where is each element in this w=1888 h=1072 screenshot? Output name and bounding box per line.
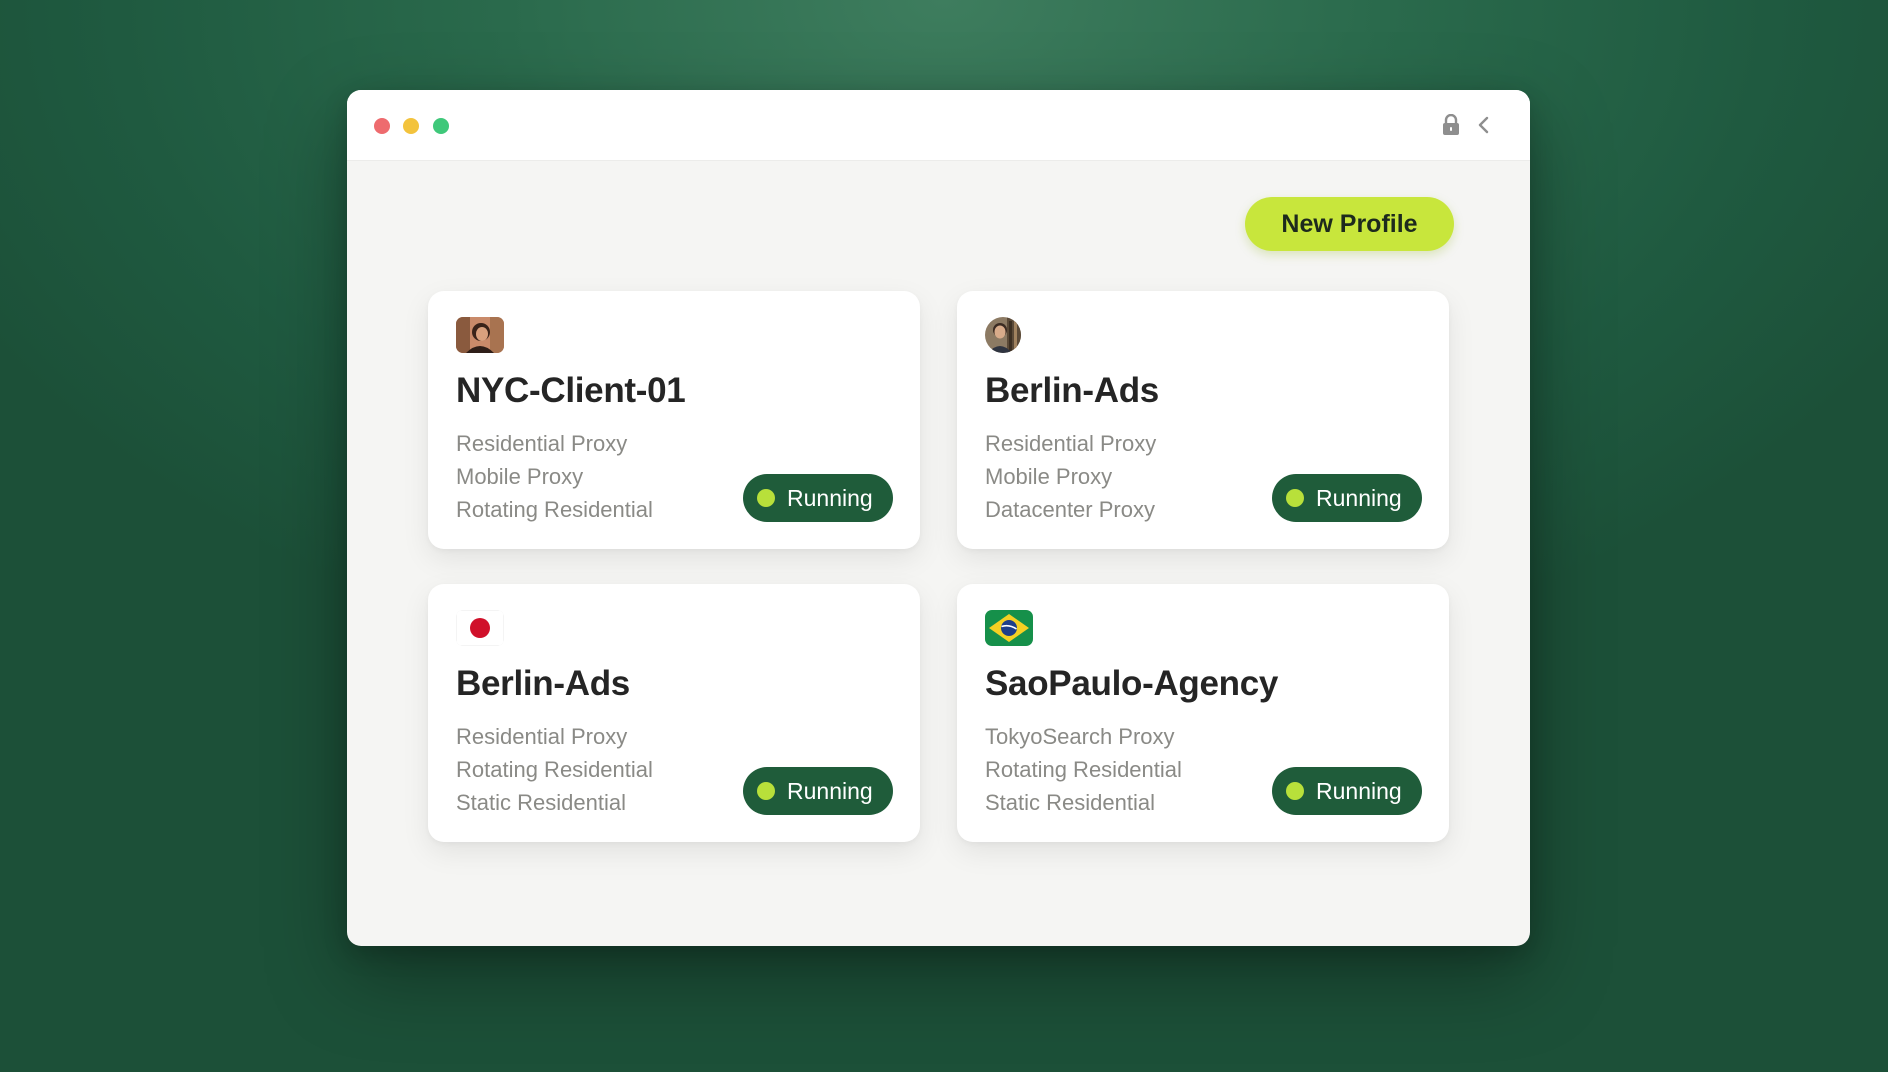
chevron-left-icon[interactable] [1476, 114, 1492, 136]
status-label: Running [787, 777, 873, 804]
proxy-list: TokyoSearch Proxy Rotating Residential S… [985, 720, 1182, 819]
profile-name: Berlin-Ads [985, 371, 1159, 410]
proxy-type: Static Residential [456, 790, 626, 815]
title-bar [347, 90, 1530, 161]
brazil-flag-icon [985, 610, 1033, 646]
status-badge[interactable]: Running [743, 474, 893, 522]
profile-card[interactable]: Berlin-Ads Residential Proxy Rotating Re… [428, 584, 920, 842]
proxy-list: Residential Proxy Rotating Residential S… [456, 720, 653, 819]
status-dot-icon [1286, 782, 1304, 800]
proxy-type: Mobile Proxy [985, 464, 1113, 489]
japan-flag-icon [456, 610, 504, 646]
proxy-type: Rotating Residential [456, 497, 653, 522]
profile-card[interactable]: NYC-Client-01 Residential Proxy Mobile P… [428, 291, 920, 549]
avatar [456, 317, 504, 353]
status-label: Running [787, 484, 873, 511]
proxy-type: Residential Proxy [456, 431, 628, 456]
proxy-type: Rotating Residential [456, 757, 653, 782]
new-profile-button[interactable]: New Profile [1245, 197, 1454, 251]
proxy-type: Rotating Residential [985, 757, 1182, 782]
proxy-type: Datacenter Proxy [985, 497, 1155, 522]
maximize-window-button[interactable] [433, 118, 449, 134]
proxy-type: Residential Proxy [985, 431, 1157, 456]
profile-name: Berlin-Ads [456, 664, 630, 703]
proxy-type: TokyoSearch Proxy [985, 724, 1175, 749]
minimize-window-button[interactable] [403, 118, 419, 134]
profile-name: NYC-Client-01 [456, 371, 686, 410]
status-dot-icon [757, 782, 775, 800]
lock-icon [1442, 113, 1460, 136]
proxy-type: Static Residential [985, 790, 1155, 815]
proxy-type: Mobile Proxy [456, 464, 584, 489]
status-dot-icon [757, 489, 775, 507]
profile-card[interactable]: SaoPaulo-Agency TokyoSearch Proxy Rotati… [957, 584, 1449, 842]
proxy-list: Residential Proxy Mobile Proxy Datacente… [985, 427, 1156, 526]
status-label: Running [1316, 484, 1402, 511]
proxy-list: Residential Proxy Mobile Proxy Rotating … [456, 427, 653, 526]
profile-card[interactable]: Berlin-Ads Residential Proxy Mobile Prox… [957, 291, 1449, 549]
status-badge[interactable]: Running [1272, 474, 1422, 522]
status-dot-icon [1286, 489, 1304, 507]
avatar [985, 317, 1021, 353]
status-badge[interactable]: Running [1272, 767, 1422, 815]
close-window-button[interactable] [374, 118, 390, 134]
profile-name: SaoPaulo-Agency [985, 664, 1279, 703]
status-badge[interactable]: Running [743, 767, 893, 815]
status-label: Running [1316, 777, 1402, 804]
proxy-type: Residential Proxy [456, 724, 628, 749]
app-window: New Profile NYC-Client-01 Residential Pr… [347, 90, 1530, 946]
